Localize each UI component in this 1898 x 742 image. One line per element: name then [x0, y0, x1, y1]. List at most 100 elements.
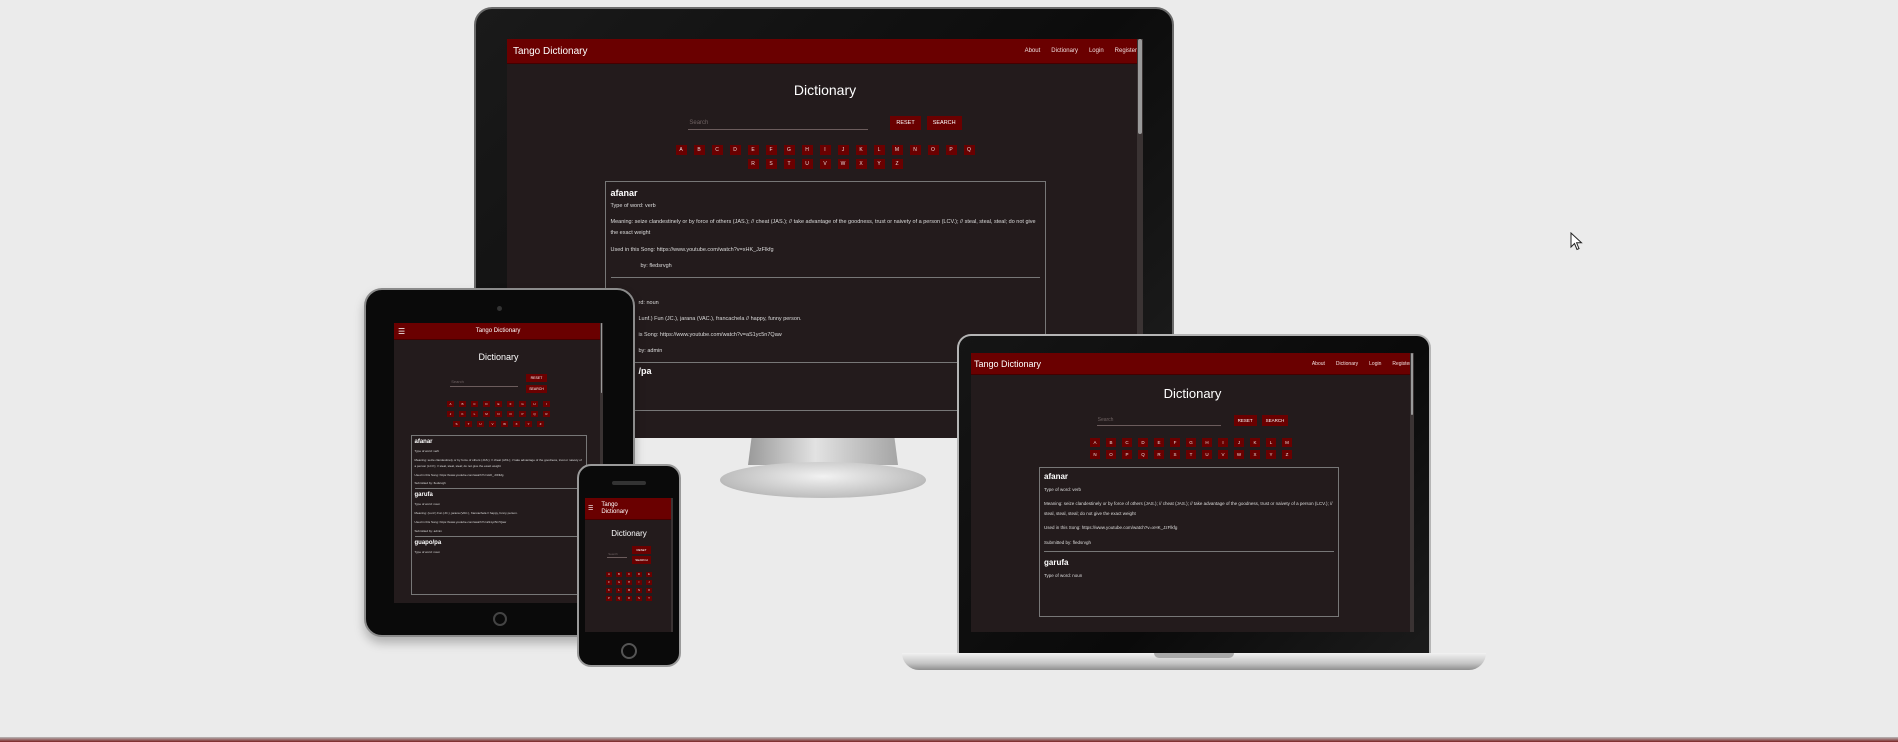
- nav-dictionary[interactable]: Dictionary: [1051, 48, 1078, 54]
- reset-button[interactable]: RESET: [632, 546, 651, 554]
- letter-button[interactable]: V: [1218, 450, 1228, 459]
- letter-button[interactable]: G: [1186, 438, 1196, 447]
- letter-button[interactable]: M: [891, 145, 903, 155]
- scrollbar[interactable]: [671, 498, 673, 632]
- letter-button[interactable]: Q: [531, 411, 538, 417]
- letter-button[interactable]: M: [483, 411, 490, 417]
- letter-button[interactable]: R: [1154, 450, 1164, 459]
- letter-button[interactable]: F: [606, 580, 612, 585]
- letter-button[interactable]: G: [519, 401, 526, 407]
- letter-button[interactable]: H: [801, 145, 813, 155]
- letter-button[interactable]: S: [765, 159, 777, 169]
- brand-link[interactable]: Tango Dictionary: [476, 328, 521, 334]
- reset-button[interactable]: RESET: [526, 374, 547, 382]
- nav-login[interactable]: Login: [1089, 48, 1104, 54]
- letter-button[interactable]: I: [543, 401, 550, 407]
- letter-button[interactable]: X: [1250, 450, 1260, 459]
- letter-button[interactable]: J: [837, 145, 849, 155]
- brand-link[interactable]: Tango Dictionary: [513, 46, 587, 57]
- search-input[interactable]: Search: [450, 377, 519, 387]
- letter-button[interactable]: I: [636, 580, 642, 585]
- letter-button[interactable]: T: [646, 596, 652, 601]
- letter-button[interactable]: R: [626, 596, 632, 601]
- letter-button[interactable]: W: [1234, 450, 1244, 459]
- letter-button[interactable]: Q: [963, 145, 975, 155]
- letter-button[interactable]: C: [471, 401, 478, 407]
- letter-button[interactable]: H: [626, 580, 632, 585]
- letter-button[interactable]: A: [675, 145, 687, 155]
- letter-button[interactable]: K: [459, 411, 466, 417]
- letter-button[interactable]: Y: [1266, 450, 1276, 459]
- letter-button[interactable]: E: [1154, 438, 1164, 447]
- letter-button[interactable]: U: [801, 159, 813, 169]
- letter-button[interactable]: V: [489, 421, 496, 427]
- letter-button[interactable]: P: [945, 145, 957, 155]
- letter-button[interactable]: P: [1122, 450, 1132, 459]
- nav-register[interactable]: Register: [1115, 48, 1137, 54]
- hamburger-icon[interactable]: ☰: [398, 327, 405, 336]
- letter-button[interactable]: S: [1170, 450, 1180, 459]
- letter-button[interactable]: W: [501, 421, 508, 427]
- letter-button[interactable]: F: [1170, 438, 1180, 447]
- letter-button[interactable]: A: [606, 572, 612, 577]
- letter-button[interactable]: P: [606, 596, 612, 601]
- letter-button[interactable]: G: [616, 580, 622, 585]
- letter-button[interactable]: N: [636, 588, 642, 593]
- letter-button[interactable]: U: [477, 421, 484, 427]
- brand-link[interactable]: Tango Dictionary: [601, 502, 628, 516]
- search-button[interactable]: SEARCH: [632, 556, 651, 564]
- letter-button[interactable]: U: [1202, 450, 1212, 459]
- letter-button[interactable]: V: [819, 159, 831, 169]
- letter-button[interactable]: L: [1266, 438, 1276, 447]
- letter-button[interactable]: A: [1090, 438, 1100, 447]
- letter-button[interactable]: N: [1090, 450, 1100, 459]
- search-button[interactable]: SEARCH: [1261, 415, 1289, 426]
- letter-button[interactable]: Z: [891, 159, 903, 169]
- search-button[interactable]: SEARCH: [526, 385, 547, 393]
- letter-button[interactable]: C: [711, 145, 723, 155]
- letter-button[interactable]: Z: [537, 421, 544, 427]
- letter-button[interactable]: L: [471, 411, 478, 417]
- letter-button[interactable]: X: [513, 421, 520, 427]
- letter-button[interactable]: R: [747, 159, 759, 169]
- letter-button[interactable]: C: [626, 572, 632, 577]
- letter-button[interactable]: F: [507, 401, 514, 407]
- letter-button[interactable]: B: [1106, 438, 1116, 447]
- letter-button[interactable]: B: [459, 401, 466, 407]
- nav-login[interactable]: Login: [1369, 361, 1381, 367]
- letter-button[interactable]: Z: [1282, 450, 1292, 459]
- letter-button[interactable]: F: [765, 145, 777, 155]
- letter-button[interactable]: Y: [873, 159, 885, 169]
- letter-button[interactable]: T: [1186, 450, 1196, 459]
- letter-button[interactable]: O: [1106, 450, 1116, 459]
- letter-button[interactable]: C: [1122, 438, 1132, 447]
- letter-button[interactable]: T: [465, 421, 472, 427]
- brand-link[interactable]: Tango Dictionary: [974, 359, 1041, 369]
- letter-button[interactable]: K: [1250, 438, 1260, 447]
- letter-button[interactable]: B: [616, 572, 622, 577]
- letter-button[interactable]: E: [747, 145, 759, 155]
- search-input[interactable]: Search: [607, 551, 628, 558]
- letter-button[interactable]: S: [636, 596, 642, 601]
- letter-button[interactable]: Q: [1138, 450, 1148, 459]
- letter-button[interactable]: K: [855, 145, 867, 155]
- letter-button[interactable]: D: [1138, 438, 1148, 447]
- letter-button[interactable]: O: [927, 145, 939, 155]
- search-input[interactable]: Search: [688, 117, 869, 130]
- letter-button[interactable]: S: [453, 421, 460, 427]
- letter-button[interactable]: R: [543, 411, 550, 417]
- letter-button[interactable]: O: [507, 411, 514, 417]
- letter-button[interactable]: W: [837, 159, 849, 169]
- letter-button[interactable]: G: [783, 145, 795, 155]
- letter-button[interactable]: B: [693, 145, 705, 155]
- letter-button[interactable]: E: [646, 572, 652, 577]
- hamburger-icon[interactable]: ☰: [588, 505, 593, 512]
- letter-button[interactable]: K: [606, 588, 612, 593]
- letter-button[interactable]: D: [729, 145, 741, 155]
- nav-register[interactable]: Register: [1392, 361, 1411, 367]
- scrollbar[interactable]: [1410, 353, 1414, 632]
- search-button[interactable]: SEARCH: [926, 116, 962, 130]
- letter-button[interactable]: L: [616, 588, 622, 593]
- letter-button[interactable]: J: [646, 580, 652, 585]
- reset-button[interactable]: RESET: [1233, 415, 1257, 426]
